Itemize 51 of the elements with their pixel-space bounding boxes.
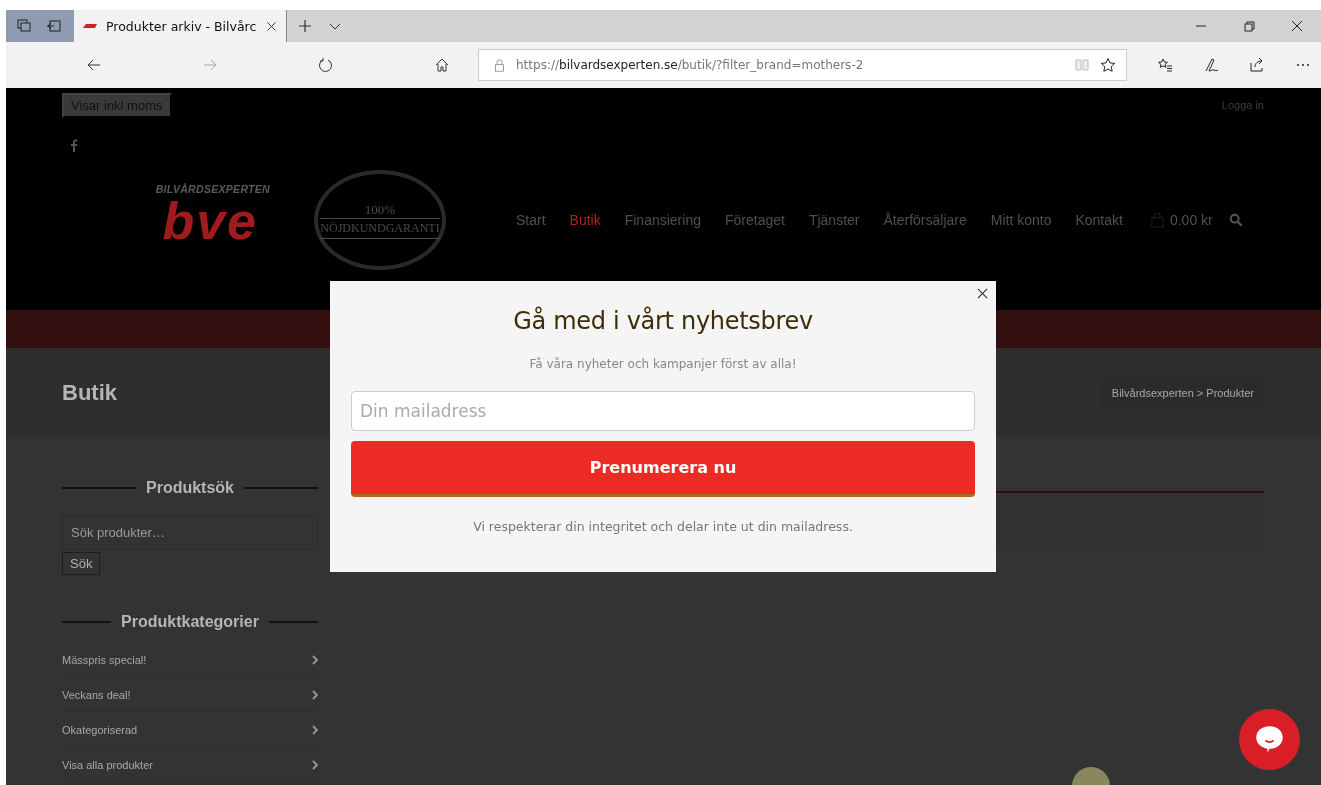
chevron-right-icon[interactable] [312, 724, 318, 735]
facebook-icon[interactable] [70, 138, 78, 152]
lock-icon [493, 58, 506, 72]
nav-link[interactable]: Återförsäljare [883, 212, 967, 228]
chat-button[interactable] [1239, 709, 1300, 770]
dialog-subtitle: Få våra nyheter och kampanjer först av alla! [528, 357, 798, 371]
restore-tabs-icon[interactable] [46, 18, 62, 34]
back-arrow-icon[interactable] [86, 57, 102, 73]
restore-icon[interactable] [1241, 18, 1257, 34]
page-title: Butik [62, 379, 117, 406]
nav-link[interactable]: Mitt konto [990, 212, 1052, 228]
share-icon[interactable] [1249, 57, 1265, 73]
close-icon[interactable] [1289, 18, 1305, 34]
address-field[interactable]: https://bilvardsexperten.se/butik/?filter_brand=mothers-2 [478, 49, 1127, 81]
category-link[interactable]: Veckans deal! [62, 688, 131, 701]
product-search-field[interactable]: Sök produkter… [62, 515, 318, 550]
guarantee-badge: 100% NÖJDKUNDGARANTI [314, 170, 446, 270]
privacy-note: Vi respekterar din integritet och delar inte ut din mailadress. [472, 519, 854, 534]
refresh-icon[interactable] [318, 57, 334, 73]
widget-heading: Produktsök [146, 479, 234, 497]
nav-link[interactable]: Butik [569, 212, 601, 228]
nav-link[interactable]: Start [516, 212, 546, 228]
tab-title: Produkter arkiv - Bilvårc [106, 18, 257, 34]
close-icon[interactable] [265, 19, 278, 33]
dialog-title: Gå med i vårt nyhetsbrev [512, 307, 814, 335]
chevron-right-icon[interactable] [312, 759, 318, 770]
email-field[interactable]: Din mailadress [351, 391, 975, 431]
site-logo-icon [82, 22, 98, 30]
new-tab-icon[interactable] [297, 18, 313, 34]
close-icon[interactable] [977, 288, 988, 299]
browser-tab[interactable]: Produkter arkiv - Bilvårc [74, 10, 287, 42]
search-icon[interactable] [1228, 213, 1243, 227]
widget-heading: Produktkategorier [121, 613, 259, 631]
favorites-list-icon[interactable] [1157, 57, 1173, 73]
pen-icon[interactable] [1203, 57, 1219, 73]
nav-link[interactable]: Tjänster [808, 212, 860, 228]
nav-link[interactable]: Kontakt [1075, 212, 1123, 228]
site-logo[interactable]: BILVÅRDSEXPERTEN bve [80, 182, 270, 258]
nav-link[interactable]: Finansiering [624, 212, 701, 228]
nav-link[interactable]: Företaget [724, 212, 785, 228]
chevron-right-icon[interactable] [312, 689, 318, 700]
chevron-right-icon[interactable] [312, 654, 318, 665]
category-link[interactable]: Okategoriserad [62, 723, 138, 736]
tabs-aside-icon[interactable] [16, 18, 32, 34]
subscribe-button[interactable]: Prenumerera nu [351, 441, 975, 497]
star-icon[interactable] [1100, 57, 1116, 73]
home-icon[interactable] [434, 57, 450, 73]
category-link[interactable]: Mässpris special! [62, 653, 147, 666]
category-link[interactable]: Visa alla produkter [62, 758, 153, 771]
cart-total[interactable]: 0.00 kr [1169, 212, 1213, 228]
search-button[interactable]: Sök [62, 552, 101, 575]
